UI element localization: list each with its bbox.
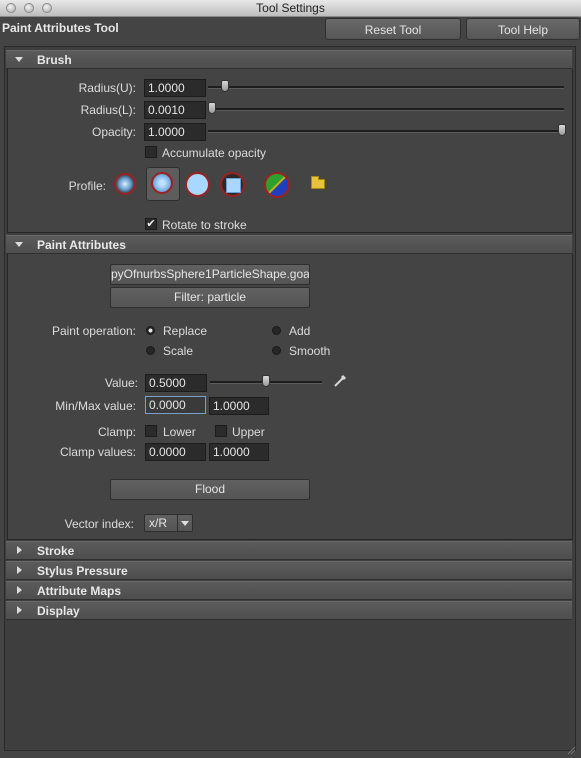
- add-label: Add: [289, 324, 311, 338]
- collapsed-triangle-icon: [17, 566, 22, 574]
- tool-title: Paint Attributes Tool: [2, 21, 119, 35]
- resize-grip-icon[interactable]: [566, 744, 576, 755]
- attribute-maps-section-header[interactable]: Attribute Maps: [6, 581, 572, 600]
- collapsed-triangle-icon: [17, 606, 22, 614]
- value-field[interactable]: 0.5000: [145, 374, 207, 392]
- reset-tool-button[interactable]: Reset Tool: [325, 18, 461, 40]
- display-section-title: Display: [37, 604, 80, 618]
- tool-header: Paint Attributes Tool Reset Tool Tool He…: [0, 17, 581, 42]
- soft-brush-selected-icon: [151, 172, 173, 194]
- profile-label: Profile:: [68, 179, 106, 193]
- expanded-triangle-icon: [15, 242, 23, 247]
- clamp-lower-checkbox[interactable]: [145, 425, 157, 437]
- stroke-section-title: Stroke: [37, 544, 75, 558]
- square-brush-icon[interactable]: [220, 172, 245, 197]
- image-brush-icon[interactable]: [264, 172, 290, 198]
- paint-attributes-section-title: Paint Attributes: [37, 238, 126, 252]
- opacity-label: Opacity:: [91, 125, 136, 139]
- radius-l-label: Radius(L):: [80, 103, 136, 117]
- radius-l-slider-thumb[interactable]: [208, 102, 216, 114]
- add-radio[interactable]: [272, 326, 281, 335]
- max-value-field[interactable]: 1.0000: [209, 397, 269, 415]
- smooth-label: Smooth: [289, 344, 331, 358]
- stylus-pressure-section-header[interactable]: Stylus Pressure: [6, 561, 572, 580]
- smooth-radio[interactable]: [272, 346, 281, 355]
- radius-u-slider-thumb[interactable]: [220, 80, 229, 92]
- paint-operation-label: Paint operation:: [51, 324, 136, 338]
- scale-radio[interactable]: [146, 346, 155, 355]
- tool-help-button[interactable]: Tool Help: [466, 18, 580, 40]
- soft-brush-selected-button[interactable]: [146, 167, 180, 201]
- clamp-lower-label: Lower: [163, 425, 196, 439]
- clamp-max-field[interactable]: 1.0000: [209, 443, 269, 461]
- soft-brush-icon[interactable]: [114, 173, 136, 195]
- opacity-slider-track[interactable]: [208, 130, 564, 133]
- replace-radio[interactable]: [146, 326, 155, 335]
- attribute-maps-section-title: Attribute Maps: [37, 584, 121, 598]
- stroke-section-header[interactable]: Stroke: [6, 541, 572, 560]
- eyedropper-icon[interactable]: [333, 374, 347, 388]
- replace-label: Replace: [163, 324, 208, 338]
- collapsed-triangle-icon: [17, 546, 22, 554]
- clamp-min-field[interactable]: 0.0000: [145, 443, 206, 461]
- solid-circle-icon[interactable]: [185, 172, 210, 197]
- rotate-to-stroke-label: Rotate to stroke: [162, 218, 247, 232]
- collapsed-triangle-icon: [17, 586, 22, 594]
- radius-u-label: Radius(U):: [78, 81, 136, 95]
- radius-u-field[interactable]: 1.0000: [144, 79, 206, 97]
- vector-index-dropdown[interactable]: x/R: [144, 514, 193, 532]
- radius-l-slider-track[interactable]: [208, 108, 564, 111]
- value-slider-thumb[interactable]: [262, 375, 270, 387]
- radius-u-slider-track[interactable]: [208, 86, 564, 89]
- paint-attributes-section-header[interactable]: Paint Attributes: [6, 235, 572, 254]
- clamp-values-label: Clamp values:: [59, 445, 136, 459]
- accumulate-opacity-checkbox[interactable]: [145, 146, 157, 158]
- scale-label: Scale: [163, 344, 194, 358]
- vector-index-label: Vector index:: [64, 517, 134, 531]
- min-value-field[interactable]: 0.0000: [145, 396, 206, 414]
- window-title: Tool Settings: [256, 1, 325, 15]
- clamp-label: Clamp:: [97, 425, 136, 439]
- chevron-down-icon: [181, 521, 189, 526]
- display-section-header[interactable]: Display: [6, 601, 572, 620]
- brush-section-title: Brush: [37, 53, 72, 67]
- vector-index-value: x/R: [149, 516, 167, 530]
- radius-l-field[interactable]: 0.0010: [144, 101, 206, 119]
- stylus-pressure-section-title: Stylus Pressure: [37, 564, 128, 578]
- clamp-upper-label: Upper: [232, 425, 265, 439]
- folder-icon[interactable]: [311, 176, 325, 189]
- expanded-triangle-icon: [15, 57, 23, 62]
- paint-attribute-button[interactable]: pyOfnurbsSphere1ParticleShape.goal: [110, 264, 310, 285]
- filter-button[interactable]: Filter: particle: [110, 287, 310, 308]
- flood-button[interactable]: Flood: [110, 479, 310, 500]
- window-title-bar: Tool Settings: [0, 0, 581, 17]
- min-max-value-label: Min/Max value:: [55, 399, 136, 413]
- brush-section-header[interactable]: Brush: [6, 50, 572, 69]
- opacity-slider-thumb[interactable]: [558, 124, 566, 136]
- clamp-upper-checkbox[interactable]: [215, 425, 227, 437]
- value-label: Value:: [104, 376, 138, 390]
- accumulate-opacity-label: Accumulate opacity: [162, 146, 267, 160]
- rotate-to-stroke-checkbox[interactable]: ✔: [145, 218, 157, 230]
- opacity-field[interactable]: 1.0000: [144, 123, 206, 141]
